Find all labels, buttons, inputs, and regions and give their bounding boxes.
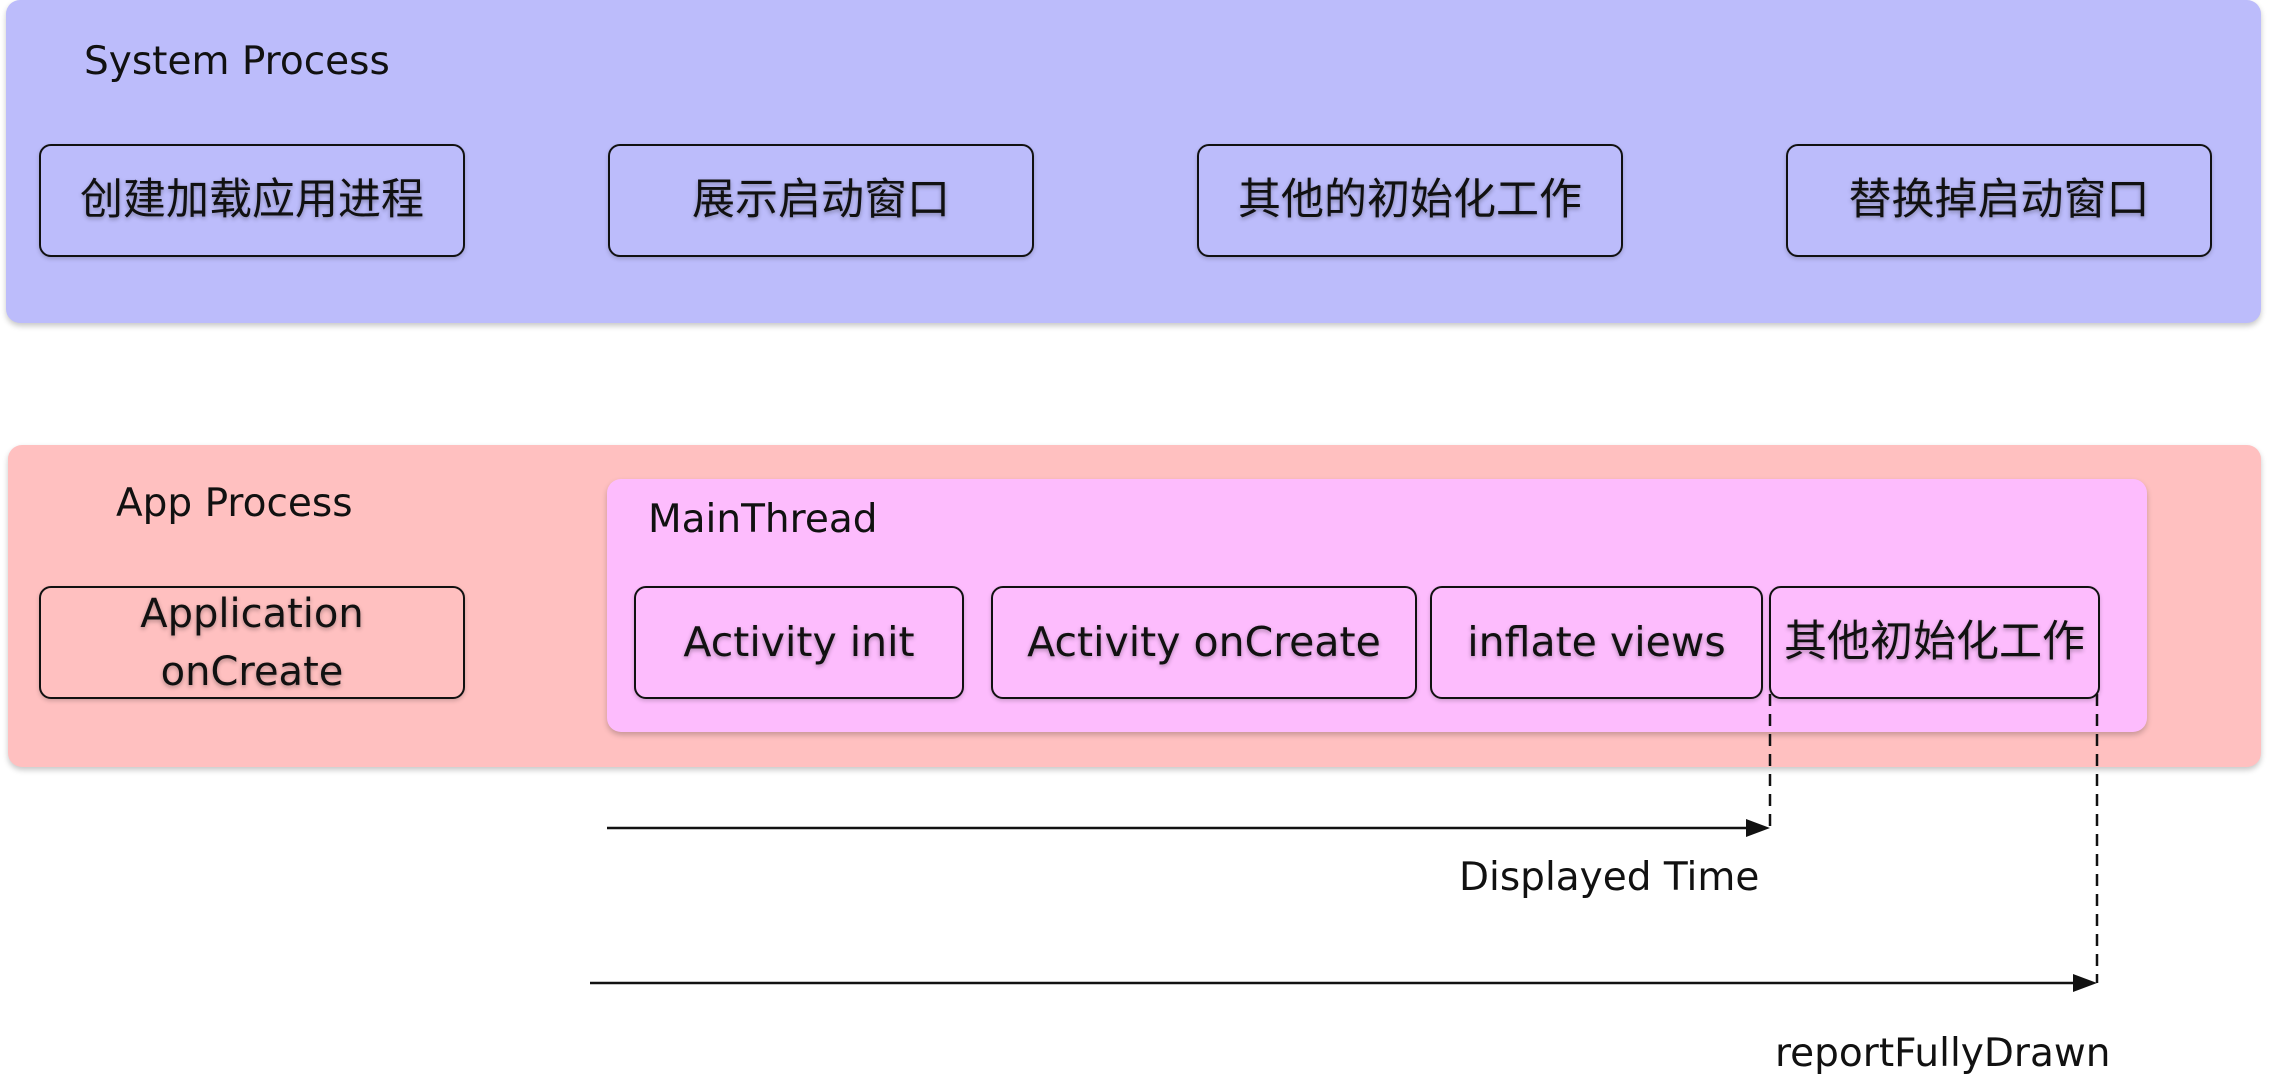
displayed-time-arrowhead [1746, 819, 1770, 837]
report-fully-drawn-arrowhead [2073, 974, 2097, 992]
timing-arrows [590, 694, 2099, 992]
report-fully-drawn-label: reportFullyDrawn [1775, 1031, 2111, 1076]
displayed-time-label: Displayed Time [1459, 855, 1760, 900]
